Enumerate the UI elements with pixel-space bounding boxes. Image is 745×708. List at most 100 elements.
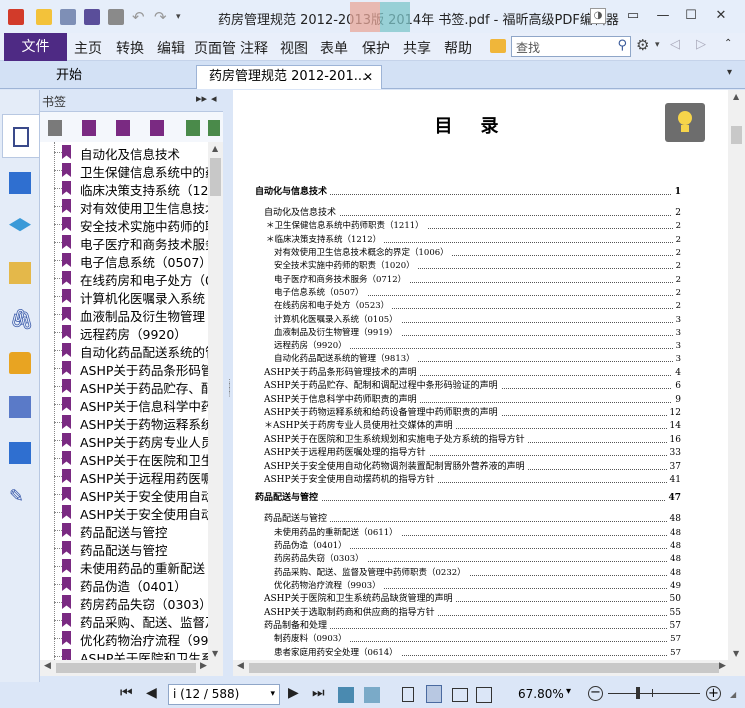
- toc-entry[interactable]: ASHP关于药物运释系统和给药设备管理中药师职责的声明 12: [264, 406, 681, 420]
- toc-entry[interactable]: 药品制备和处理 57: [264, 620, 681, 633]
- menu-share[interactable]: 共享: [403, 38, 431, 58]
- toc-entry[interactable]: 自动化与信息技术 1: [255, 186, 681, 199]
- bookmark-item[interactable]: 在线药房和电子处方（0: [40, 269, 208, 287]
- toc-entry[interactable]: 电子信息系统（0507） 2: [274, 286, 681, 300]
- signature-icon[interactable]: ✎: [9, 486, 31, 508]
- bookmark-item[interactable]: 优化药物治疗流程（990: [40, 629, 208, 647]
- undo-icon[interactable]: ↶: [132, 9, 148, 25]
- toc-entry[interactable]: ASHP关于安全使用自动化药物调剂装置配制胃肠外营养液的声明 37: [264, 460, 681, 474]
- bookmark-item[interactable]: 临床决策支持系统（1212: [40, 179, 208, 197]
- continuous-facing-icon[interactable]: [476, 687, 492, 703]
- toc-entry[interactable]: 患者家庭用药安全处理（0614） 57: [274, 646, 681, 660]
- attachment-icon[interactable]: 🖇: [9, 308, 34, 330]
- document-page[interactable]: 目录 自动化与信息技术 1 自动化及信息技术 2 ＊卫生保健信息系统中药师职责（1211…: [233, 90, 728, 660]
- tab-list-icon[interactable]: ▾: [727, 67, 732, 78]
- toc-entry[interactable]: 药品伪造（0401） 48: [274, 540, 681, 553]
- toc-entry[interactable]: 优化药物治疗流程（9903） 49: [274, 579, 681, 593]
- page-properties-icon[interactable]: [9, 396, 31, 418]
- pages-icon[interactable]: [9, 172, 31, 194]
- skin-icon[interactable]: ◑: [590, 8, 606, 24]
- bookmark-item[interactable]: ASHP关于安全使用自动: [40, 503, 208, 521]
- bookmark-item[interactable]: ASHP关于药物运释系统: [40, 413, 208, 431]
- toc-entry[interactable]: 远程药房（9920） 3: [274, 340, 681, 354]
- save-icon[interactable]: [60, 9, 76, 25]
- zoom-dropdown-icon[interactable]: ▾: [566, 686, 571, 697]
- zoom-level[interactable]: 67.80%: [518, 687, 564, 701]
- toc-entry[interactable]: 自动化及信息技术 2: [264, 207, 681, 220]
- toc-entry[interactable]: 血液制品及衍生物管理（9919） 3: [274, 326, 681, 340]
- page-number-input[interactable]: i (12 / 588) ▾: [168, 684, 280, 705]
- menu-page-organize[interactable]: 页面管: [194, 38, 240, 58]
- toc-entry[interactable]: ASHP关于医院和卫生系统药品缺货管理的声明 50: [264, 593, 681, 607]
- next-view-icon[interactable]: [364, 687, 380, 703]
- bookmark-item[interactable]: 自动化及信息技术: [40, 143, 208, 161]
- bookmark-tree[interactable]: 自动化及信息技术卫生保健信息系统中的药临床决策支持系统（1212 对有效使用卫生信…: [40, 142, 208, 660]
- scroll-down-icon[interactable]: ▼: [733, 649, 739, 658]
- find-folder-icon[interactable]: [490, 39, 506, 53]
- toc-entry[interactable]: 药房药品失窃（0303） 48: [274, 553, 681, 567]
- open-folder-icon[interactable]: [36, 9, 52, 25]
- bookmark-item[interactable]: 药房药品失窃（0303）: [40, 593, 208, 611]
- bookmark-expand-icon[interactable]: [116, 120, 130, 136]
- page-dropdown-icon[interactable]: ▾: [270, 685, 275, 704]
- toc-entry[interactable]: 药品采购、配送、监督及管理中药师职责（0232） 48: [274, 566, 681, 580]
- tab-document[interactable]: 药房管理规范 2012-201... ✕: [196, 65, 382, 89]
- expand-panel-icon[interactable]: ▸▸: [196, 92, 207, 105]
- single-page-icon[interactable]: [402, 687, 414, 702]
- document-vertical-scrollbar[interactable]: ▲ ▼: [728, 90, 745, 660]
- scroll-up-icon[interactable]: ▲: [212, 144, 218, 153]
- bookmark-item[interactable]: 计算机化医嘱录入系统（: [40, 287, 208, 305]
- scrollbar-thumb[interactable]: [249, 663, 719, 673]
- toc-entry[interactable]: 药品配送与管控 48: [264, 513, 681, 527]
- continuous-page-icon[interactable]: [426, 685, 442, 703]
- toc-entry[interactable]: ASHP关于选取制药商和供应商的指导方针 55: [264, 606, 681, 620]
- layers-icon[interactable]: [9, 218, 31, 232]
- save-as-icon[interactable]: [84, 9, 100, 25]
- toc-entry[interactable]: ＊卫生保健信息系统中药师职责（1211） 2: [266, 220, 681, 234]
- bookmark-item[interactable]: ASHP关于安全使用自动: [40, 485, 208, 503]
- previous-page-icon[interactable]: ◀: [146, 685, 157, 701]
- zoom-out-icon[interactable]: −: [588, 686, 603, 701]
- content-list-icon[interactable]: [9, 442, 31, 464]
- toc-entry[interactable]: ＊临床决策支持系统（1212） 2: [266, 233, 681, 247]
- splitter-grip-icon[interactable]: ⋮ ⋮ ⋮ ⋮: [226, 379, 233, 398]
- zoom-slider-track[interactable]: [608, 693, 700, 694]
- toc-entry[interactable]: ASHP关于药品贮存、配制和调配过程中条形码验证的声明 6: [264, 380, 681, 394]
- file-menu-button[interactable]: 文件: [4, 33, 67, 61]
- search-icon[interactable]: ⚲: [617, 38, 627, 53]
- toc-entry[interactable]: ASHP关于安全使用自动摆药机的指导方针 41: [264, 473, 681, 487]
- zoom-in-icon[interactable]: +: [706, 686, 721, 701]
- menu-home[interactable]: 主页: [74, 38, 102, 58]
- toc-entry[interactable]: ＊ASHP关于药房专业人员使用社交媒体的声明 14: [264, 420, 681, 434]
- bookmark-item[interactable]: 药品伪造（0401）: [40, 575, 208, 593]
- bookmark-horizontal-scrollbar[interactable]: ◀ ▶: [40, 660, 223, 676]
- toc-entry[interactable]: 未使用药品的重新配送（0611） 48: [274, 526, 681, 540]
- bookmark-item[interactable]: ASHP关于药品条形码管: [40, 359, 208, 377]
- last-page-icon[interactable]: ⏭: [312, 685, 325, 701]
- bookmark-add-icon[interactable]: [82, 120, 96, 136]
- minimize-icon[interactable]: —: [650, 6, 676, 26]
- menu-comment[interactable]: 注释: [240, 38, 268, 58]
- search-input[interactable]: 查找 ⚲: [511, 36, 631, 57]
- scroll-right-icon[interactable]: ▶: [200, 661, 207, 671]
- toc-entry[interactable]: 计算机化医嘱录入系统（0105） 3: [274, 313, 681, 327]
- bookmark-item[interactable]: ASHP关于药房专业人员: [40, 431, 208, 449]
- nav-back-icon[interactable]: ◁: [670, 37, 680, 52]
- toc-entry[interactable]: ASHP关于远程用药医嘱处理的指导方针 33: [264, 447, 681, 461]
- scroll-left-icon[interactable]: ◀: [237, 661, 244, 671]
- maximize-icon[interactable]: ☐: [678, 6, 704, 26]
- resize-grip-icon[interactable]: ◢: [730, 690, 736, 699]
- bookmark-item[interactable]: 电子医疗和商务技术服务: [40, 233, 208, 251]
- menu-protect[interactable]: 保护: [362, 38, 390, 58]
- comments-icon[interactable]: [9, 262, 31, 284]
- scroll-up-icon[interactable]: ▲: [733, 92, 739, 101]
- bookmark-item[interactable]: ASHP关于在医院和卫生: [40, 449, 208, 467]
- menu-edit[interactable]: 编辑: [157, 38, 185, 58]
- toc-entry[interactable]: 安全技术实施中药师的职责（1020） 2: [274, 260, 681, 274]
- toc-entry[interactable]: 对有效使用卫生信息技术概念的界定（1006） 2: [274, 247, 681, 260]
- bookmark-item[interactable]: 未使用药品的重新配送（: [40, 557, 208, 575]
- scrollbar-thumb[interactable]: [731, 126, 742, 144]
- restore-ribbon-icon[interactable]: ▭: [620, 6, 646, 26]
- nav-forward-icon[interactable]: ▷: [696, 37, 706, 52]
- bookmark-item[interactable]: ASHP关于药品贮存、配: [40, 377, 208, 395]
